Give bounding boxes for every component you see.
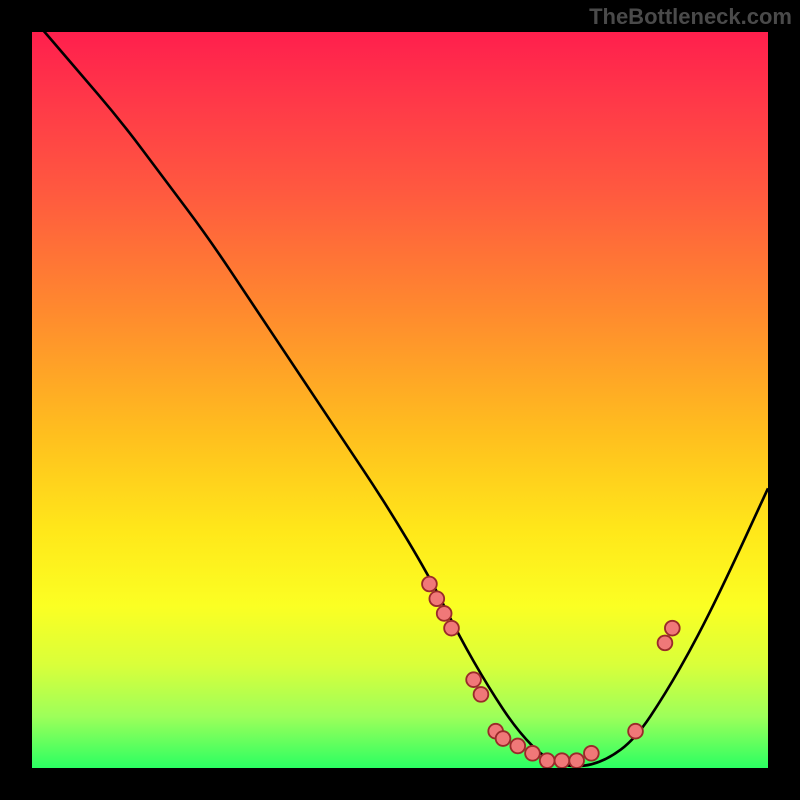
chart-markers — [422, 577, 680, 768]
marker-floor-5 — [540, 753, 555, 768]
marker-cluster-right-1 — [628, 724, 643, 739]
marker-cluster-left-3 — [437, 606, 452, 621]
marker-cluster-mid-1 — [466, 672, 481, 687]
marker-cluster-left-1 — [422, 577, 437, 592]
watermark-text: TheBottleneck.com — [589, 4, 792, 30]
marker-floor-6 — [555, 753, 570, 768]
marker-cluster-left-2 — [429, 591, 444, 606]
chart-plot-area — [32, 32, 768, 768]
marker-floor-4 — [525, 746, 540, 761]
marker-floor-2 — [496, 731, 511, 746]
marker-cluster-left-4 — [444, 621, 459, 636]
marker-floor-7 — [569, 753, 584, 768]
marker-cluster-right-2 — [658, 636, 673, 651]
marker-cluster-mid-2 — [474, 687, 489, 702]
chart-frame: TheBottleneck.com — [0, 0, 800, 800]
chart-svg — [32, 32, 768, 768]
marker-floor-3 — [510, 739, 525, 754]
bottleneck-curve — [32, 32, 768, 766]
marker-cluster-right-3 — [665, 621, 680, 636]
marker-floor-8 — [584, 746, 599, 761]
